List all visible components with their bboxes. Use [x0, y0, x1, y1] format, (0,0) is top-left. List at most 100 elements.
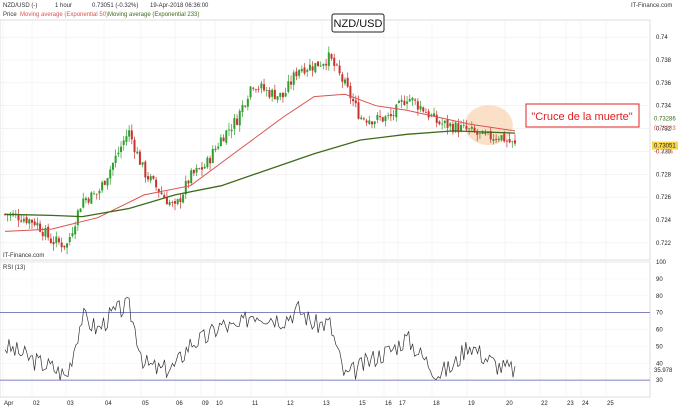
- candle-body: [60, 242, 63, 248]
- candle-body: [257, 88, 260, 90]
- x-tick: 13: [323, 401, 330, 407]
- candle-body: [182, 194, 185, 203]
- candle-body: [74, 226, 77, 235]
- candle-body: [319, 65, 322, 67]
- candle-body: [400, 99, 403, 102]
- candle-body: [476, 132, 479, 135]
- candle-body: [55, 236, 58, 243]
- candle-body: [152, 175, 155, 179]
- x-tick: 02: [33, 401, 40, 407]
- candle-body: [503, 133, 506, 142]
- candle-body: [419, 106, 422, 110]
- candle-body: [344, 79, 346, 84]
- candle-body: [268, 89, 271, 98]
- price-y-tick: 0.734: [656, 104, 672, 110]
- candle-body: [395, 104, 398, 118]
- candle-body: [241, 104, 244, 113]
- candle-body: [352, 98, 355, 102]
- candle-body: [435, 114, 438, 123]
- candle-body: [103, 180, 106, 185]
- candle-body: [138, 151, 141, 165]
- candle-body: [365, 120, 368, 123]
- rsi-y-tick: 40: [656, 361, 663, 367]
- candle-body: [52, 242, 55, 245]
- candle-body: [225, 130, 228, 143]
- x-tick: 25: [607, 401, 614, 407]
- candle-body: [290, 81, 293, 85]
- candle-body: [57, 238, 60, 243]
- candle-body: [360, 117, 363, 120]
- price-y-tick: 0.728: [656, 172, 672, 178]
- x-tick: 03: [67, 401, 74, 407]
- candle-body: [422, 107, 425, 112]
- candle-body: [303, 67, 306, 74]
- candle-body: [30, 219, 33, 223]
- candle-body: [101, 182, 104, 191]
- candle-body: [376, 114, 379, 120]
- legend-ma233: Moving average (Exponential 233): [108, 12, 199, 18]
- candle-body: [246, 98, 249, 107]
- candle-body: [292, 72, 295, 85]
- candle-body: [160, 192, 163, 195]
- candle-body: [84, 198, 87, 201]
- candle-body: [314, 63, 317, 73]
- candle-body: [508, 138, 511, 143]
- candle-body: [368, 120, 371, 124]
- candle-body: [397, 101, 400, 103]
- candle-body: [408, 99, 411, 102]
- candle-body: [171, 202, 174, 203]
- candle-body: [335, 64, 338, 66]
- candle-body: [273, 89, 276, 100]
- x-tick: Apr: [4, 401, 13, 407]
- candle-body: [95, 193, 98, 195]
- candle-body: [36, 222, 39, 226]
- candle-body: [298, 69, 301, 76]
- x-tick: 20: [506, 401, 513, 407]
- x-tick: 22: [541, 401, 548, 407]
- candle-body: [17, 215, 20, 221]
- x-tick: 24: [582, 401, 589, 407]
- candle-body: [122, 140, 125, 145]
- x-tick: 23: [567, 401, 574, 407]
- candle-body: [449, 123, 452, 127]
- x-tick: 15: [359, 401, 366, 407]
- candle-body: [311, 66, 314, 71]
- candle-body: [219, 137, 222, 147]
- candle-body: [209, 158, 212, 164]
- candle-body: [252, 87, 255, 89]
- price-y-tick: 0.722: [656, 241, 672, 247]
- price-right-label: 0.73203: [654, 126, 676, 132]
- rsi-y-tick: 70: [656, 311, 663, 317]
- candle-body: [155, 179, 158, 188]
- candle-body: [325, 63, 328, 66]
- candle-body: [373, 121, 376, 125]
- candle-body: [341, 74, 344, 82]
- header-price: 0.73051 (-0.32%): [92, 3, 138, 9]
- candle-body: [230, 129, 233, 132]
- candle-body: [416, 101, 419, 110]
- candle-body: [424, 112, 427, 114]
- x-tick: 16: [385, 401, 392, 407]
- candle-body: [206, 157, 209, 168]
- candle-body: [468, 128, 471, 130]
- candle-body: [144, 161, 147, 178]
- candle-body: [98, 190, 101, 194]
- x-tick: 10: [216, 401, 223, 407]
- candle-body: [120, 146, 123, 153]
- x-tick: 12: [287, 401, 294, 407]
- candle-body: [147, 176, 150, 180]
- candle-body: [174, 201, 176, 204]
- candle-body: [281, 92, 284, 98]
- x-tick: 05: [142, 401, 149, 407]
- candle-body: [300, 69, 303, 72]
- candle-body: [249, 86, 252, 98]
- candle-body: [495, 138, 498, 140]
- candle-body: [227, 129, 230, 131]
- candle-body: [25, 217, 28, 223]
- price-y-tick: 0.724: [656, 218, 672, 224]
- candle-body: [93, 193, 96, 195]
- header-symbol: NZD/USD (-): [3, 3, 37, 9]
- candle-body: [427, 111, 430, 118]
- candle-body: [133, 139, 136, 153]
- candle-body: [354, 100, 357, 104]
